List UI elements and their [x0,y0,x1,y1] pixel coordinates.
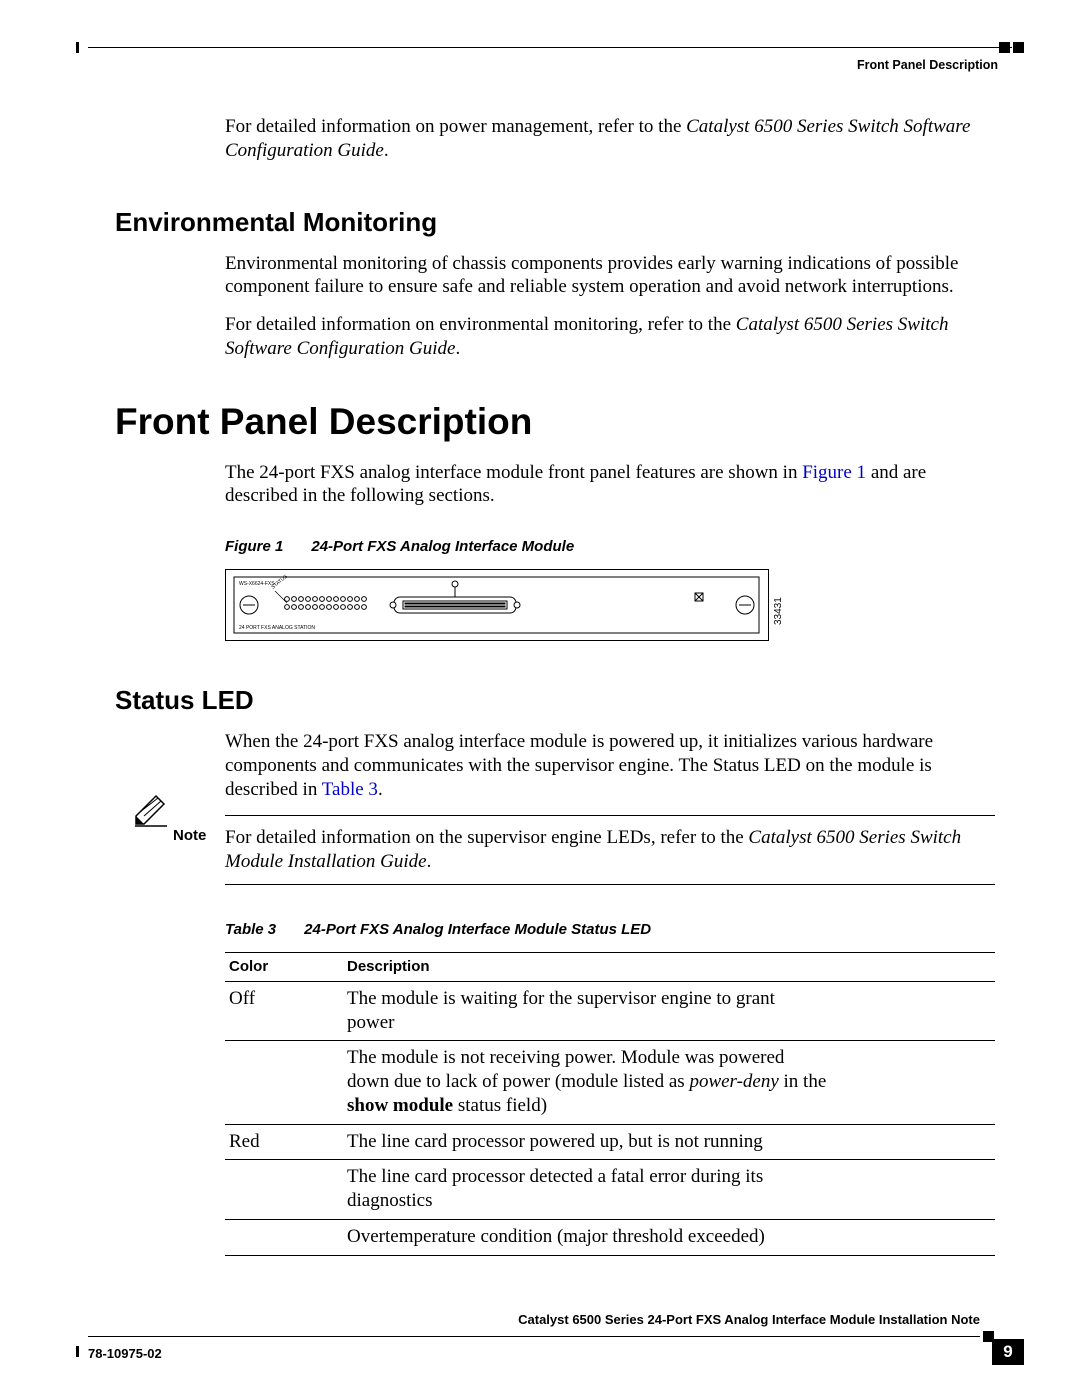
text: . [427,851,432,872]
table-header-row: Color Description [225,952,995,981]
header-square [999,42,1010,53]
env-paragraph-1: Environmental monitoring of chassis comp… [225,252,995,300]
page-number: 9 [992,1339,1024,1365]
th-color: Color [225,952,343,981]
cell-blank [835,1160,995,1220]
table-row: Off The module is waiting for the superv… [225,981,995,1041]
section-heading-status-led: Status LED [115,685,995,716]
page: Front Panel Description For detailed inf… [0,0,1080,1397]
figure-caption: Figure 1 24-Port FXS Analog Interface Mod… [225,538,995,555]
footer-doc-title: Catalyst 6500 Series 24-Port FXS Analog … [518,1312,980,1327]
header-rule [88,47,1012,48]
cell-description: Overtemperature condition (major thresho… [343,1219,835,1255]
cell-color: Off [225,981,343,1041]
env-paragraph-2: For detailed information on environmenta… [225,313,995,361]
header-left-tick [76,42,79,53]
note-pencil-icon [133,793,169,827]
table-row: The line card processor detected a fatal… [225,1160,995,1220]
footer-rule [88,1336,980,1337]
text: For detailed information on power manage… [225,116,686,137]
module-svg: WS-X6624-FXS 24 PORT FXS ANALOG STATION … [225,569,790,641]
note-label: Note [173,827,206,844]
cell-color [225,1219,343,1255]
cell-description: The line card processor powered up, but … [343,1124,835,1160]
table-row: Overtemperature condition (major thresho… [225,1219,995,1255]
italic-text: power-deny [689,1071,778,1092]
note-top-rule [225,815,995,816]
running-head: Front Panel Description [857,58,998,72]
cell-blank [835,1041,995,1124]
chapter-heading-front-panel-description: Front Panel Description [115,401,995,443]
note-bottom-rule [225,884,995,885]
cell-color [225,1160,343,1220]
text: . [455,338,460,359]
cell-description: The line card processor detected a fatal… [343,1160,835,1220]
text: For detailed information on the supervis… [225,827,748,848]
table-3-link[interactable]: Table 3 [322,779,378,800]
note-block: Note For detailed information on the sup… [225,815,995,885]
cell-blank [835,1219,995,1255]
power-reference-paragraph: For detailed information on power manage… [225,115,995,163]
cell-color [225,1041,343,1124]
content-area: For detailed information on power manage… [115,115,995,1256]
status-led-table: Color Description Off The module is wait… [225,952,995,1256]
front-panel-paragraph: The 24-port FXS analog interface module … [225,461,995,509]
text: status field) [453,1095,547,1116]
text: The 24-port FXS analog interface module … [225,462,802,483]
table-caption: Table 3 24-Port FXS Analog Interface Modu… [225,921,995,938]
table-lead: Table 3 [225,921,276,938]
figure-id: 33431 [773,597,784,625]
text: . [378,779,383,800]
text: . [384,140,389,161]
section-heading-environmental-monitoring: Environmental Monitoring [115,207,995,238]
cell-color: Red [225,1124,343,1160]
footer-left-tick [76,1346,79,1357]
bold-text: show module [347,1095,453,1116]
th-blank [835,952,995,981]
header-square [1013,42,1024,53]
text: in the [779,1071,827,1092]
th-description: Description [343,952,835,981]
table-row: The module is not receiving power. Modul… [225,1041,995,1124]
table-row: Red The line card processor powered up, … [225,1124,995,1160]
cell-blank [835,1124,995,1160]
cell-description: The module is waiting for the supervisor… [343,981,835,1041]
figure-title: 24-Port FXS Analog Interface Module [311,538,574,555]
module-bottom-label: 24 PORT FXS ANALOG STATION [239,625,315,631]
cell-blank [835,981,995,1041]
figure-1-link[interactable]: Figure 1 [802,462,866,483]
note-text: For detailed information on the supervis… [225,826,995,874]
footer-doc-number: 78-10975-02 [88,1346,162,1361]
cell-description: The module is not receiving power. Modul… [343,1041,835,1124]
text: For detailed information on environmenta… [225,314,736,335]
status-led-paragraph: When the 24-port FXS analog interface mo… [225,730,995,801]
header-right-marks [999,42,1024,53]
table-title: 24-Port FXS Analog Interface Module Stat… [304,921,651,938]
figure-lead: Figure 1 [225,538,283,555]
figure-1-illustration: WS-X6624-FXS 24 PORT FXS ANALOG STATION … [225,569,995,641]
